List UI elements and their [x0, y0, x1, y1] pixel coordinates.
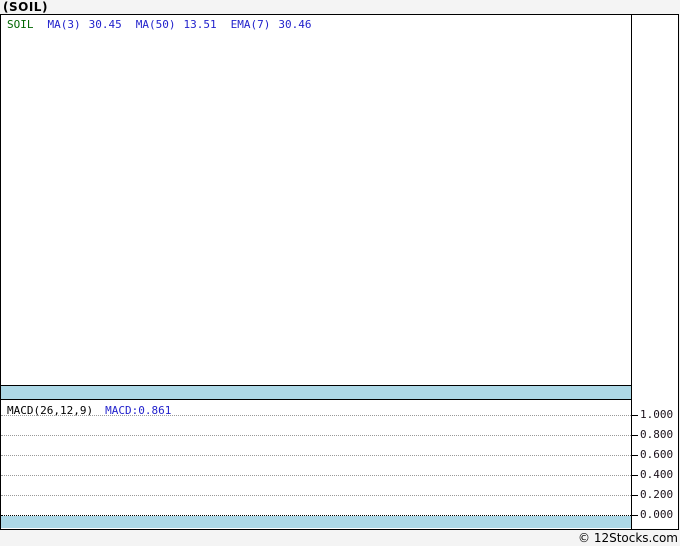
- macd-gridline-0800: [1, 435, 631, 436]
- macd-axis-tick: [632, 455, 638, 456]
- page-title: (SOIL): [3, 0, 48, 14]
- macd-gridline-1000: [1, 415, 631, 416]
- macd-gridline-0600: [1, 455, 631, 456]
- macd-axis-tick-label: 0.000: [640, 508, 674, 521]
- macd-axis-tick: [632, 495, 638, 496]
- ema7-value: 30.46: [278, 18, 312, 31]
- macd-gridline-0200: [1, 495, 631, 496]
- ema7-label: EMA(7): [230, 18, 271, 31]
- macd-gridline-0400: [1, 475, 631, 476]
- macd-axis-tick-label: 1.000: [640, 408, 674, 421]
- ma50-label: MA(50): [135, 18, 176, 31]
- site-credit-link[interactable]: © 12Stocks.com: [578, 531, 678, 545]
- ma50-value: 13.51: [183, 18, 217, 31]
- date-axis-band-top: [1, 385, 631, 400]
- ma3-value: 30.45: [88, 18, 122, 31]
- macd-axis-tick-label: 0.800: [640, 428, 674, 441]
- stock-chart-screen: (SOIL) SOIL MA(3) 30.45 MA(50) 13.51 EMA(7) 30…: [0, 0, 680, 546]
- value-axis-separator-line: [631, 15, 632, 529]
- macd-axis-tick-label: 0.400: [640, 468, 674, 481]
- ma3-label: MA(3): [47, 18, 81, 31]
- date-axis-band-bottom: [1, 516, 631, 528]
- price-pane-legend: SOIL MA(3) 30.45 MA(50) 13.51 EMA(7) 30.46: [7, 18, 326, 31]
- macd-axis-tick: [632, 415, 638, 416]
- macd-axis-tick: [632, 435, 638, 436]
- macd-axis-tick: [632, 515, 638, 516]
- ticker-symbol-label: SOIL: [7, 18, 34, 31]
- macd-axis-tick: [632, 475, 638, 476]
- macd-axis-tick-label: 0.200: [640, 488, 674, 501]
- chart-frame: SOIL MA(3) 30.45 MA(50) 13.51 EMA(7) 30.46 MAC…: [0, 14, 679, 530]
- macd-axis-tick-label: 0.600: [640, 448, 674, 461]
